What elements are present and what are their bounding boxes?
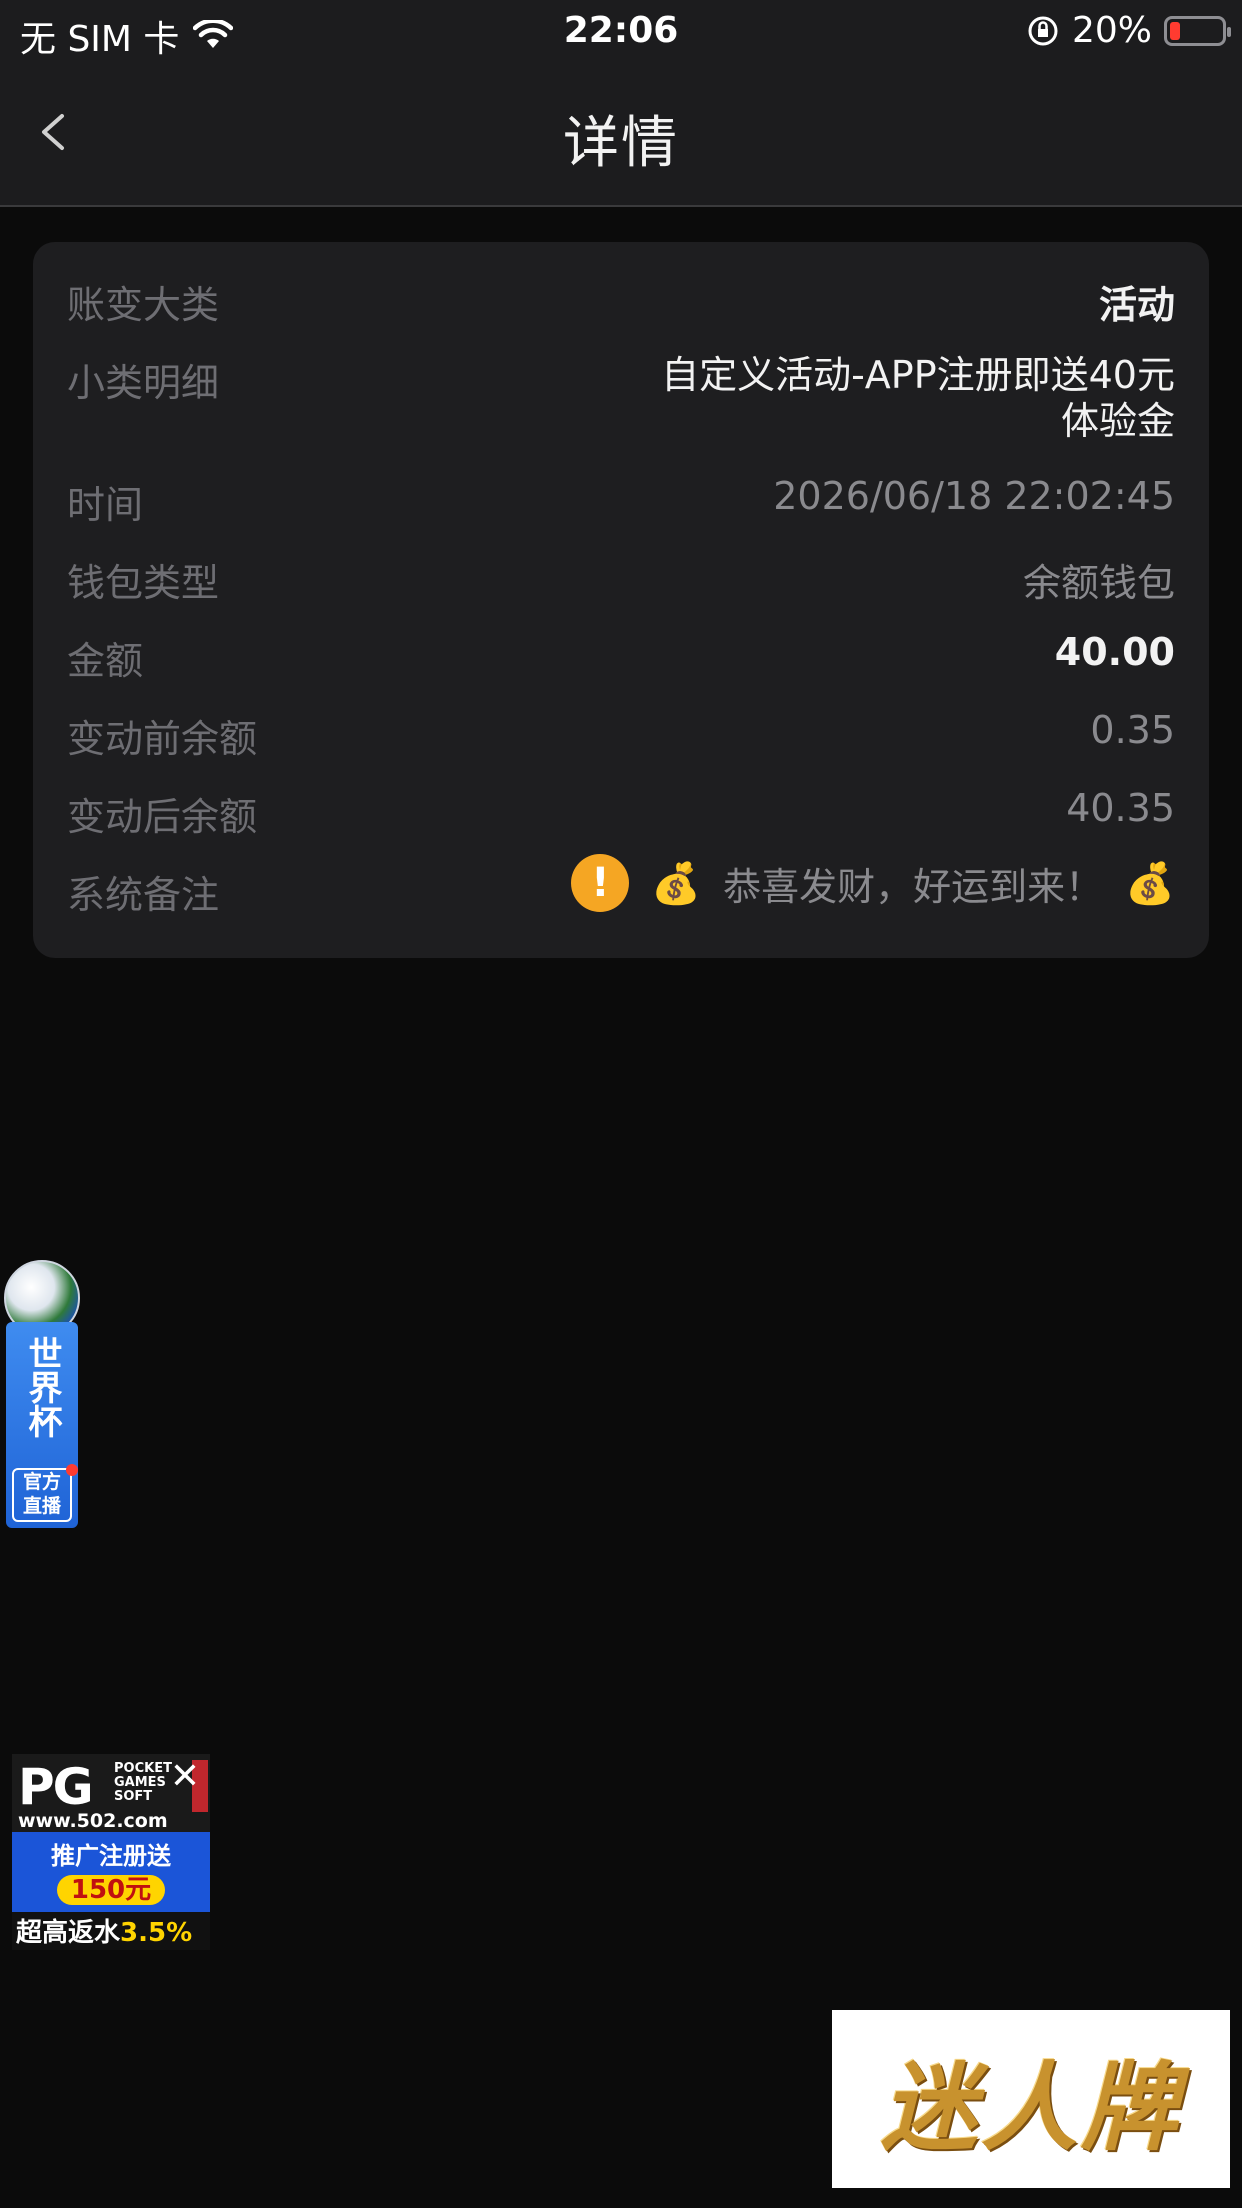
pg-brand-line: GAMES xyxy=(114,1775,166,1790)
category-label: 账变大类 xyxy=(67,283,220,327)
world-cup-live-badge[interactable]: 世界杯 官方 直播 xyxy=(4,1260,80,1528)
balance-before-label: 变动前余额 xyxy=(67,717,258,761)
battery-level xyxy=(1170,21,1180,40)
pg-promo-ad[interactable]: PG POCKET GAMES SOFT www.502.com ✕ 推广注册送… xyxy=(12,1754,210,1950)
money-bag-icon: 💰 xyxy=(651,860,702,907)
remark-text: 恭喜发财，好运到来！ xyxy=(723,864,1104,909)
pg-brand-text: POCKET GAMES SOFT xyxy=(114,1762,172,1804)
page-title: 详情 xyxy=(563,111,679,176)
battery-icon xyxy=(1164,15,1231,46)
pg-bonus-badge: 150元 xyxy=(56,1875,166,1905)
subcategory-value: 自定义活动-APP注册即送40元 体验金 xyxy=(661,352,1175,444)
remark-value: ! 💰 恭喜发财，好运到来！ 💰 xyxy=(571,854,1175,912)
time-value: 2026/06/18 22:02:45 xyxy=(773,474,1175,518)
pg-rebate-value: 3.5% xyxy=(120,1918,193,1948)
subcategory-value-line1: 自定义活动-APP注册即送40元 xyxy=(661,353,1175,397)
brand-logo-text: 迷人牌 xyxy=(881,2050,1181,2164)
pg-logo: PG xyxy=(18,1758,94,1816)
subcategory-label: 小类明细 xyxy=(67,361,220,405)
wallet-type-value: 余额钱包 xyxy=(1022,561,1175,605)
balance-after-label: 变动后余额 xyxy=(67,795,258,839)
pg-brand-line: SOFT xyxy=(114,1789,153,1804)
status-bar: 无 SIM 卡 22:06 20% xyxy=(0,0,1242,62)
pg-brand-line: POCKET xyxy=(114,1761,172,1776)
page: 无 SIM 卡 22:06 20% 详情 账变大类 活动 小类明细 自定义活动-… xyxy=(0,0,1242,2208)
wallet-type-label: 钱包类型 xyxy=(67,561,220,605)
balance-before-value: 0.35 xyxy=(1090,708,1175,752)
pg-url: www.502.com xyxy=(18,1810,168,1832)
status-right: 20% xyxy=(1026,10,1231,51)
pg-ad-offer: 推广注册送 150元 xyxy=(12,1832,210,1912)
battery-percent: 20% xyxy=(1071,10,1152,51)
nav-bar: 详情 xyxy=(0,62,1242,207)
pg-ad-header: PG POCKET GAMES SOFT www.502.com ✕ xyxy=(12,1754,210,1832)
amount-value: 40.00 xyxy=(1054,630,1175,674)
live-label: 直播 xyxy=(22,1495,61,1517)
close-icon[interactable]: ✕ xyxy=(170,1756,200,1797)
official-live-label: 官方 直播 xyxy=(12,1468,72,1522)
category-value: 活动 xyxy=(1098,283,1175,327)
rotation-lock-icon xyxy=(1028,16,1058,45)
notification-dot xyxy=(66,1464,78,1476)
subcategory-value-line2: 体验金 xyxy=(1060,399,1175,443)
amount-label: 金额 xyxy=(67,639,144,683)
time-label: 时间 xyxy=(67,483,144,527)
pg-rebate-text: 超高返水 xyxy=(16,1918,121,1948)
balance-after-value: 40.35 xyxy=(1066,786,1175,830)
world-cup-badge-body: 世界杯 官方 直播 xyxy=(6,1322,78,1528)
transaction-detail-card: 账变大类 活动 小类明细 自定义活动-APP注册即送40元 体验金 时间 202… xyxy=(33,242,1209,958)
warning-icon: ! xyxy=(571,854,630,912)
pg-offer-text: 推广注册送 xyxy=(51,1842,171,1870)
official-label: 官方 xyxy=(22,1471,61,1493)
pg-ad-rebate: 超高返水3.5% xyxy=(12,1912,210,1950)
money-bag-icon: 💰 xyxy=(1125,860,1175,907)
brand-watermark: 迷人牌 xyxy=(832,2010,1230,2188)
remark-label: 系统备注 xyxy=(67,873,220,917)
world-cup-title: 世界杯 xyxy=(22,1336,62,1438)
